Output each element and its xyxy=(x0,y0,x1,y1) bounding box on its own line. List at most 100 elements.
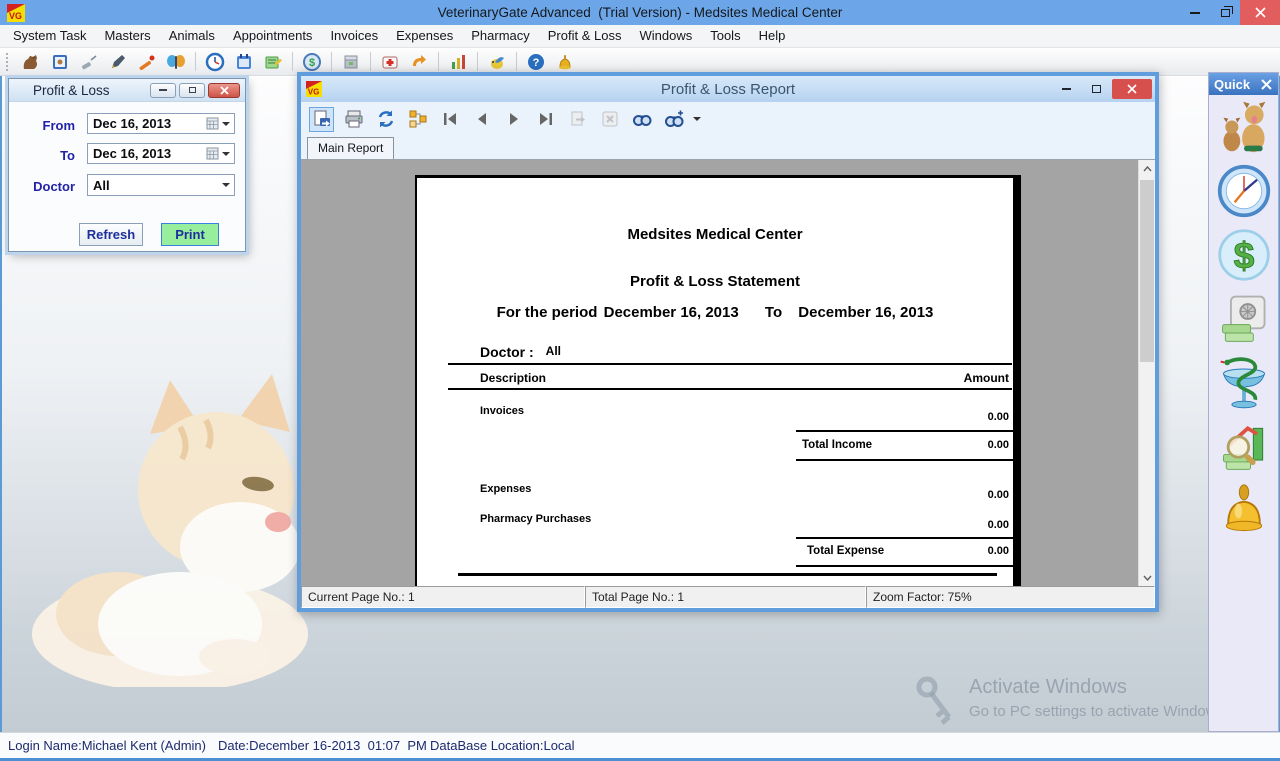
pharmacy-bowl-icon[interactable] xyxy=(1215,354,1273,412)
report-minimize-button[interactable] xyxy=(1052,79,1080,99)
last-page-icon[interactable] xyxy=(533,107,558,132)
date-status: Date:December 16-2013 01:07 PM xyxy=(218,738,427,753)
dropdown-caret-icon xyxy=(222,122,230,126)
dollar-coin-icon[interactable]: $ xyxy=(302,52,322,72)
report-toolbar xyxy=(301,102,1155,136)
dialog-title: Profit & Loss xyxy=(33,83,110,98)
help-icon[interactable]: ? xyxy=(526,52,546,72)
profit-loss-report-window: VG Profit & Loss Report xyxy=(297,72,1159,612)
close-icon xyxy=(1127,84,1137,94)
menu-item-expenses[interactable]: Expenses xyxy=(387,25,462,47)
next-page-icon[interactable] xyxy=(501,107,526,132)
export-icon[interactable] xyxy=(309,107,334,132)
chevron-down-icon xyxy=(1143,575,1152,581)
refresh-arrow-icon[interactable] xyxy=(409,52,429,72)
clock-icon[interactable] xyxy=(1215,162,1273,220)
bird-icon[interactable] xyxy=(487,52,507,72)
first-page-icon[interactable] xyxy=(437,107,462,132)
close-button[interactable] xyxy=(1240,0,1280,25)
calendar-icon[interactable] xyxy=(234,52,254,72)
svg-text:$: $ xyxy=(309,57,315,69)
quick-panel-close-button[interactable] xyxy=(1259,77,1273,91)
cancel-icon[interactable] xyxy=(597,107,622,132)
menu-item-pharmacy[interactable]: Pharmacy xyxy=(462,25,539,47)
goto-page-icon[interactable] xyxy=(565,107,590,132)
doctor-value: All xyxy=(93,178,110,193)
report-window-title: Profit & Loss Report xyxy=(301,81,1155,98)
row-total-expense-label: Total Expense xyxy=(807,545,884,557)
menu-item-appointments[interactable]: Appointments xyxy=(224,25,322,47)
menu-item-masters[interactable]: Masters xyxy=(95,25,159,47)
svg-text:?: ? xyxy=(533,57,540,69)
minimize-button[interactable] xyxy=(1180,0,1210,25)
menu-item-tools[interactable]: Tools xyxy=(701,25,749,47)
supplies-box-icon[interactable] xyxy=(341,52,361,72)
restore-button[interactable] xyxy=(1210,0,1240,25)
refresh-button[interactable]: Refresh xyxy=(79,223,143,246)
toolbar-grip xyxy=(6,53,8,71)
butterfly-icon[interactable] xyxy=(166,52,186,72)
toolbar-separator xyxy=(331,52,332,71)
window-title: VeterinaryGate Advanced (Trial Version) … xyxy=(0,5,1280,20)
divider-line xyxy=(448,363,1012,365)
to-date-value: Dec 16, 2013 xyxy=(93,146,171,161)
doctor-line: Doctor :All xyxy=(480,344,561,360)
status-bar: Login Name:Michael Kent (Admin) Date:Dec… xyxy=(0,732,1280,758)
syringe-icon[interactable] xyxy=(79,52,99,72)
dropdown-caret-icon xyxy=(222,152,230,156)
dialog-close-button[interactable] xyxy=(208,83,240,98)
pen-icon[interactable] xyxy=(108,52,128,72)
find-icon[interactable] xyxy=(629,107,654,132)
animals-book-icon[interactable] xyxy=(50,52,70,72)
first-aid-box-icon[interactable] xyxy=(380,52,400,72)
dialog-maximize-button[interactable] xyxy=(179,83,205,98)
invoice-icon[interactable] xyxy=(263,52,283,72)
window-controls xyxy=(1180,0,1280,25)
scroll-down-button[interactable] xyxy=(1139,569,1155,586)
menu-item-system-task[interactable]: System Task xyxy=(4,25,95,47)
print-icon[interactable] xyxy=(341,107,366,132)
to-label: To xyxy=(9,148,75,163)
thermometer-icon[interactable] xyxy=(137,52,157,72)
menu-item-windows[interactable]: Windows xyxy=(630,25,701,47)
refresh-icon[interactable] xyxy=(373,107,398,132)
dollar-bubble-icon[interactable]: $ xyxy=(1215,226,1273,284)
minimize-icon xyxy=(1062,88,1071,90)
zoom-icon[interactable] xyxy=(661,107,686,132)
report-maximize-button[interactable] xyxy=(1082,79,1110,99)
cash-safe-icon[interactable] xyxy=(1215,290,1273,348)
maximize-icon xyxy=(1092,85,1101,93)
previous-page-icon[interactable] xyxy=(469,107,494,132)
tab-main-report[interactable]: Main Report xyxy=(307,137,394,159)
menu-item-help[interactable]: Help xyxy=(750,25,795,47)
doctor-combobox[interactable]: All xyxy=(87,174,235,196)
vertical-scrollbar[interactable] xyxy=(1138,160,1155,586)
reminder-bell-icon[interactable] xyxy=(1215,482,1273,540)
zoom-dropdown-caret-icon[interactable] xyxy=(693,117,701,121)
report-close-button[interactable] xyxy=(1112,79,1152,99)
menu-item-profit-loss[interactable]: Profit & Loss xyxy=(539,25,631,47)
from-label: From xyxy=(9,118,75,133)
row-total-expense-amount: 0.00 xyxy=(988,545,1009,557)
divider-line xyxy=(796,565,1013,567)
report-titlebar[interactable]: VG Profit & Loss Report xyxy=(301,76,1155,102)
zoom-factor-status: Zoom Factor: 75% xyxy=(866,586,1155,608)
scrollbar-thumb[interactable] xyxy=(1140,180,1154,362)
to-date-picker[interactable]: Dec 16, 2013 xyxy=(87,143,235,164)
clock-icon[interactable] xyxy=(205,52,225,72)
dog-icon[interactable] xyxy=(21,52,41,72)
close-icon xyxy=(1255,7,1266,18)
scroll-up-button[interactable] xyxy=(1139,160,1155,177)
print-button[interactable]: Print xyxy=(161,223,219,246)
financial-search-icon[interactable] xyxy=(1215,418,1273,476)
chart-icon[interactable] xyxy=(448,52,468,72)
group-tree-icon[interactable] xyxy=(405,107,430,132)
dialog-titlebar[interactable]: Profit & Loss xyxy=(9,79,245,102)
dialog-minimize-button[interactable] xyxy=(150,83,176,98)
bell-icon[interactable] xyxy=(555,52,575,72)
menu-item-invoices[interactable]: Invoices xyxy=(321,25,387,47)
from-date-picker[interactable]: Dec 16, 2013 xyxy=(87,113,235,134)
pets-photo-icon[interactable] xyxy=(1215,98,1273,156)
menu-item-animals[interactable]: Animals xyxy=(160,25,224,47)
report-viewer: Medsites Medical Center Profit & Loss St… xyxy=(301,160,1155,586)
